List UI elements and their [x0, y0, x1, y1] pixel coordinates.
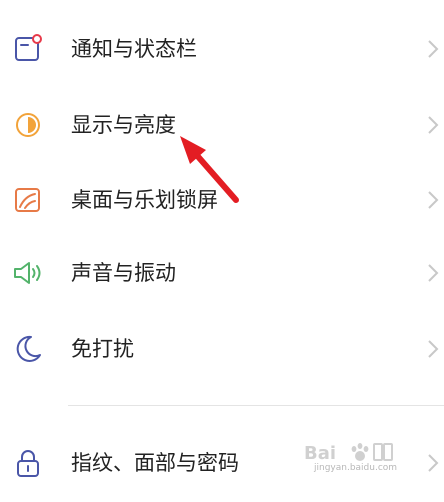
settings-item-sound-vibration[interactable]: 声音与振动 — [0, 236, 444, 312]
settings-item-desktop-lockscreen[interactable]: 桌面与乐划锁屏 — [0, 163, 444, 239]
settings-item-do-not-disturb[interactable]: 免打扰 — [0, 312, 444, 388]
settings-list: 通知与状态栏 显示与亮度 桌面与乐划锁屏 声音与振动 免打扰 指纹、面部与密码 — [0, 0, 444, 481]
chevron-right-icon — [425, 337, 441, 361]
display-brightness-icon — [11, 108, 45, 142]
chevron-right-icon — [425, 451, 441, 475]
settings-item-notifications[interactable]: 通知与状态栏 — [0, 12, 444, 88]
settings-item-label: 通知与状态栏 — [71, 37, 197, 61]
settings-item-label: 桌面与乐划锁屏 — [71, 188, 218, 212]
settings-item-label: 显示与亮度 — [71, 113, 176, 137]
settings-item-label: 免打扰 — [71, 337, 134, 361]
settings-item-display-brightness[interactable]: 显示与亮度 — [0, 88, 444, 164]
settings-item-label: 指纹、面部与密码 — [71, 451, 239, 475]
wallpaper-icon — [11, 183, 45, 217]
speaker-icon — [11, 256, 45, 290]
section-divider — [68, 405, 444, 406]
chevron-right-icon — [425, 113, 441, 137]
chevron-right-icon — [425, 188, 441, 212]
settings-item-fingerprint-face-password[interactable]: 指纹、面部与密码 — [0, 426, 444, 502]
settings-item-label: 声音与振动 — [71, 261, 176, 285]
moon-icon — [11, 332, 45, 366]
notification-icon — [11, 32, 45, 66]
chevron-right-icon — [425, 37, 441, 61]
chevron-right-icon — [425, 261, 441, 285]
lock-icon — [11, 446, 45, 480]
